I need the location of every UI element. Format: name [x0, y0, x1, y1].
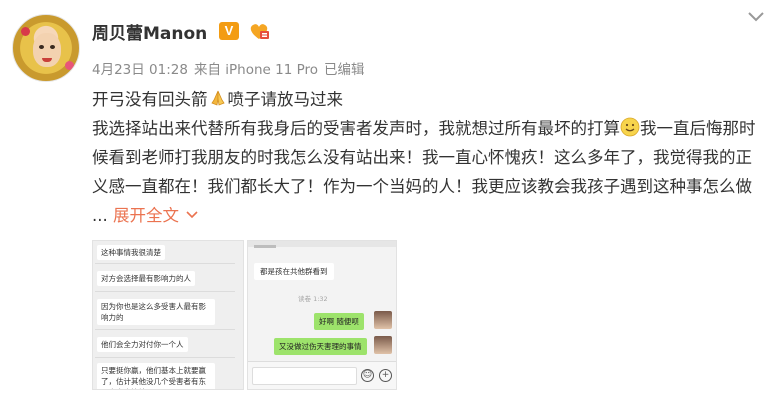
emoji-icon: ☺: [361, 369, 374, 382]
edited-label[interactable]: 已编辑: [324, 62, 365, 78]
divider: [95, 291, 235, 292]
chat-message: 对方会选择最有影响力的人: [97, 271, 195, 286]
pray-emoji-icon: [210, 90, 225, 106]
verified-badge-icon[interactable]: V: [219, 22, 239, 40]
divider: [95, 263, 235, 264]
post-source: 来自 iPhone 11 Pro: [193, 62, 319, 78]
expand-full-text-link[interactable]: 展开全文: [113, 206, 179, 225]
chat-bubble-outgoing: 又没做过伤天害理的事情: [274, 338, 367, 355]
avatar-eye: [39, 45, 44, 49]
user-avatar[interactable]: [12, 14, 80, 82]
post-text-segment: 喷子请放马过来: [227, 90, 344, 109]
post-text-segment: 开弓没有回头箭: [92, 90, 208, 109]
post-image-2[interactable]: 都是孩在共他群看到 读卷 1:32 好啊 随便呗 又没做过伤天害理的事情 ☺ +: [247, 240, 397, 390]
chat-message: 他们会全力对付你一个人: [97, 337, 188, 352]
divider: [95, 329, 235, 330]
avatar-flower: [65, 61, 74, 70]
chevron-down-icon[interactable]: [746, 10, 766, 24]
post-image-1[interactable]: 这种事情我很清楚 对方会选择最有影响力的人 因为你也是这么多受害人最有影响力的 …: [92, 240, 244, 390]
chat-input-field: [252, 367, 357, 385]
post-date-link[interactable]: 4月23日 01:28: [92, 62, 188, 78]
chat-avatar: [374, 311, 392, 329]
post-text-segment: 我选择站出来代替所有我身后的受害者发声时，我就想过所有最坏的打算: [92, 119, 620, 138]
post-meta: 4月23日 01:28 来自 iPhone 11 Pro 已编辑: [92, 58, 371, 78]
chat-timestamp: 读卷 1:32: [298, 295, 328, 303]
chat-header-line: [254, 245, 276, 248]
chat-avatar: [374, 336, 392, 354]
avatar-flower: [21, 27, 30, 36]
chat-input-bar: ☺ +: [248, 361, 396, 389]
chat-message: 因为你也是这么多受害人最有影响力的: [97, 299, 215, 325]
chat-message: 这种事情我很清楚: [97, 245, 165, 260]
smile-emoji-icon: [620, 117, 640, 137]
avatar-eye: [50, 45, 55, 49]
expand-chevron-icon[interactable]: [185, 210, 199, 220]
chat-message: 只要挺你赢，他们基本上就要赢了，估计其他没几个受害者有东西出来也比较弱了: [97, 363, 215, 389]
plus-icon: +: [379, 369, 392, 382]
divider: [95, 357, 235, 358]
post-headline: 开弓没有回头箭 喷子请放马过来: [92, 86, 343, 110]
fan-badge-icon[interactable]: [248, 21, 270, 41]
chat-bubble-outgoing: 好啊 随便呗: [314, 313, 364, 330]
post-body: 我选择站出来代替所有我身后的受害者发声时，我就想过所有最坏的打算 我一直后悔那时…: [92, 114, 767, 230]
username-link[interactable]: 周贝蕾Manon: [92, 19, 207, 44]
chat-bubble-incoming: 都是孩在共他群看到: [254, 263, 334, 280]
